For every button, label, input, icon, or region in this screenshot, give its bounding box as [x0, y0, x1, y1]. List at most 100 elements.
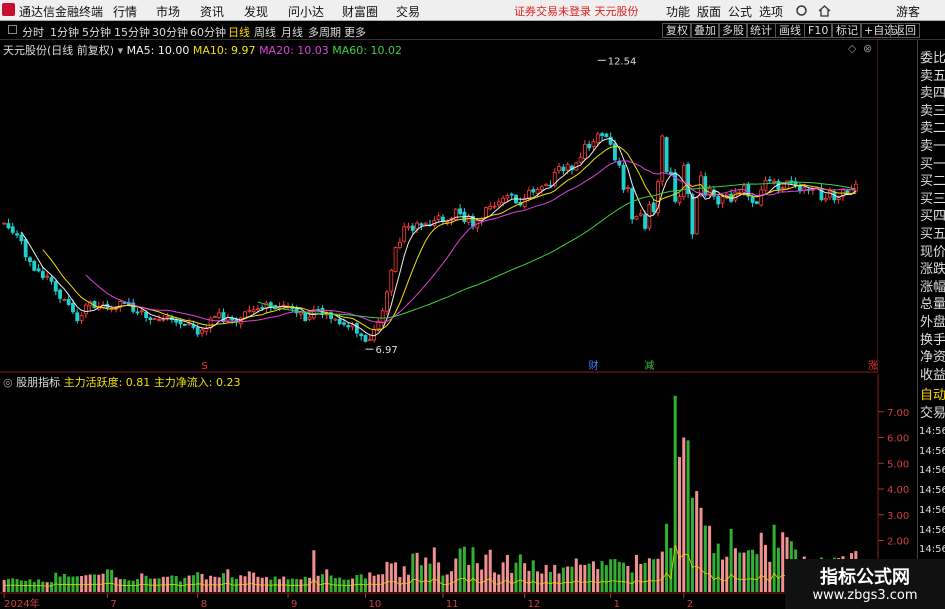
tab-daily[interactable]: 日线 — [228, 24, 250, 40]
btn-draw[interactable]: 画线 — [775, 23, 805, 38]
quote-label: 收益 — [920, 367, 945, 383]
btn-f10[interactable]: F10 — [804, 23, 833, 38]
candle-body — [19, 234, 24, 242]
candle-body — [15, 233, 19, 236]
tab-more[interactable]: 更多 — [344, 24, 366, 40]
candle-body — [587, 143, 592, 149]
indicator-chart[interactable]: 7.006.005.004.003.002.002024年 7 8 9 10 11 12 1 2 — [0, 374, 917, 609]
volume-bar — [342, 579, 346, 592]
indicator-panel[interactable]: 7.00 6.00 5.00 4.00 3.00 2.00 2024年 7 8 9 10 11 12 1 2… — [0, 374, 917, 609]
menu-item[interactable]: 问小达 — [288, 3, 324, 20]
volume-bar — [54, 572, 58, 592]
candle-body — [750, 196, 755, 203]
sidebar-tab[interactable]: 自动 — [920, 384, 945, 403]
volume-bar — [84, 575, 88, 592]
sidebar-tab[interactable]: 交易 — [920, 402, 945, 421]
candle-body — [561, 166, 566, 172]
volume-bar — [80, 576, 84, 592]
menu-item[interactable]: 资讯 — [200, 3, 224, 20]
collapse-icon[interactable]: ▾ — [118, 44, 124, 57]
volume-bar — [450, 571, 454, 592]
btn-stats[interactable]: 统计 — [746, 23, 776, 38]
kline-panel[interactable]: 12.5012.0011.5011.0010.5010.009.509.008.… — [0, 40, 878, 373]
volume-bar — [566, 566, 570, 592]
tab-1min[interactable]: 1分钟 — [50, 24, 79, 40]
login-notice[interactable]: 证券交易未登录 天元股份 — [514, 3, 639, 19]
btn-overlay[interactable]: 叠加 — [690, 23, 720, 38]
home-icon[interactable] — [818, 4, 831, 17]
notice-text: 证券交易未登录 — [514, 5, 591, 18]
candle-body — [402, 226, 407, 242]
tab-fenshi[interactable]: 分时 — [22, 24, 44, 40]
volume-bar — [316, 575, 320, 592]
volume-bar — [488, 549, 492, 592]
close-icon[interactable]: ⊗ — [863, 42, 872, 55]
candle-body — [544, 183, 549, 187]
quote-label: 涨跌 — [920, 262, 945, 278]
volume-bar — [325, 569, 329, 592]
btn-fuquan[interactable]: 复权 — [662, 23, 692, 38]
x-tick-label: 7 — [110, 599, 116, 609]
candle-body — [397, 241, 402, 248]
tab-30min[interactable]: 30分钟 — [152, 24, 188, 40]
diamond-icon[interactable]: ◇ — [848, 42, 856, 55]
tool-button[interactable]: 版面 — [697, 3, 721, 20]
v-tick-label: 5.00 — [887, 459, 909, 470]
menu-item[interactable]: 行情 — [113, 3, 137, 20]
volume-bar — [2, 579, 6, 592]
menu-item[interactable]: 交易 — [396, 3, 420, 20]
app-logo-icon — [2, 3, 15, 16]
tool-button[interactable]: 公式 — [728, 3, 752, 20]
tool-button[interactable]: 功能 — [666, 3, 690, 20]
candle-body — [247, 309, 252, 312]
volume-bar — [742, 552, 746, 592]
btn-multi-stock[interactable]: 多股 — [718, 23, 748, 38]
candle-body — [53, 281, 58, 292]
candle-body — [716, 196, 721, 205]
candle-body — [759, 189, 764, 206]
tab-multi-period[interactable]: 多周期 — [308, 24, 341, 40]
user-guest[interactable]: 游客 — [896, 3, 920, 20]
tab-weekly[interactable]: 周线 — [254, 24, 276, 40]
candle-body — [342, 322, 346, 325]
candle-body — [742, 185, 746, 193]
btn-back[interactable]: 返回 — [890, 23, 920, 38]
ma5-label: MA5: 10.00 — [126, 44, 190, 57]
volume-bar — [505, 554, 509, 592]
quote-label: 买一 — [920, 156, 945, 172]
volume-bar — [523, 563, 527, 592]
volume-bar — [454, 558, 458, 592]
quote-sidebar: 委比 卖五 卖四 卖三 卖二 卖一 买一 买二 买三 买四 买五 现价 涨跌 涨幅 总量 外盘 换手 净资 收益 自… — [917, 40, 945, 609]
kline-chart[interactable]: 12.5012.0011.5011.0010.5010.009.509.008.… — [0, 40, 878, 373]
menu-item[interactable]: 市场 — [156, 3, 180, 20]
tab-60min[interactable]: 60分钟 — [190, 24, 226, 40]
volume-bar — [579, 564, 583, 592]
candle-body — [638, 213, 643, 216]
btn-mark[interactable]: 标记 — [832, 23, 862, 38]
refresh-icon[interactable] — [795, 4, 808, 17]
volume-bar — [622, 562, 626, 592]
volume-bar — [544, 564, 548, 592]
volume-bar — [62, 573, 66, 592]
menu-item[interactable]: 财富圈 — [342, 3, 378, 20]
volume-bar — [269, 579, 273, 592]
volume-bar — [643, 562, 647, 592]
candle-body — [531, 189, 536, 193]
menu-item[interactable]: 发现 — [244, 3, 268, 20]
v-tick-label: 7.00 — [887, 408, 909, 419]
volume-bar — [630, 572, 634, 592]
candle-body — [625, 186, 630, 189]
candle-body — [354, 323, 359, 334]
tab-monthly[interactable]: 月线 — [281, 24, 303, 40]
volume-bar — [196, 572, 200, 592]
volume-bar — [531, 560, 535, 592]
tab-5min[interactable]: 5分钟 — [82, 24, 111, 40]
tool-button[interactable]: 选项 — [759, 3, 783, 20]
tab-15min[interactable]: 15分钟 — [114, 24, 150, 40]
candle-body — [6, 223, 11, 229]
candle-body — [772, 180, 777, 183]
volume-bar — [604, 565, 608, 592]
toggle-icon[interactable] — [8, 25, 17, 34]
x-tick-label: 9 — [291, 599, 297, 609]
indicator-gear-icon[interactable]: ◎ — [3, 376, 13, 389]
